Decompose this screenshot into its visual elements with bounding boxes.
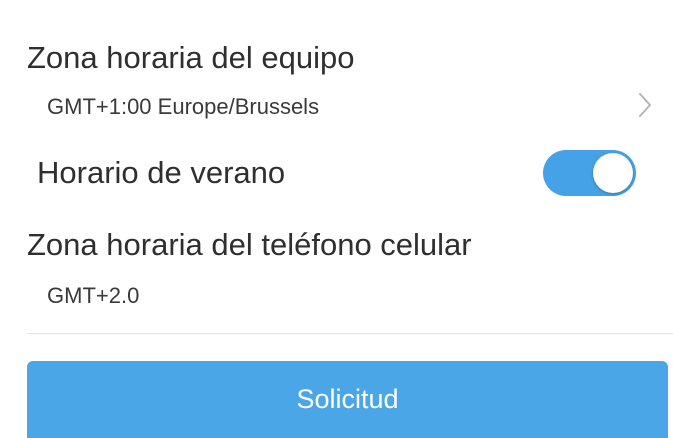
device-timezone-row[interactable]: Zona horaria del equipo GMT+1:00 Europe/…	[0, 0, 673, 140]
chevron-right-icon	[639, 93, 651, 117]
device-timezone-value: GMT+1:00 Europe/Brussels	[47, 94, 320, 119]
daylight-saving-label: Horario de verano	[37, 155, 286, 190]
device-timezone-title: Zona horaria del equipo	[27, 40, 355, 75]
toggle-knob	[593, 153, 633, 193]
daylight-saving-row: Horario de verano	[0, 140, 673, 210]
phone-timezone-title: Zona horaria del teléfono celular	[27, 227, 472, 262]
divider	[27, 333, 673, 334]
daylight-saving-toggle[interactable]	[543, 150, 636, 196]
submit-button[interactable]: Solicitud	[27, 361, 668, 438]
phone-timezone-value: GMT+2.0	[47, 283, 140, 308]
